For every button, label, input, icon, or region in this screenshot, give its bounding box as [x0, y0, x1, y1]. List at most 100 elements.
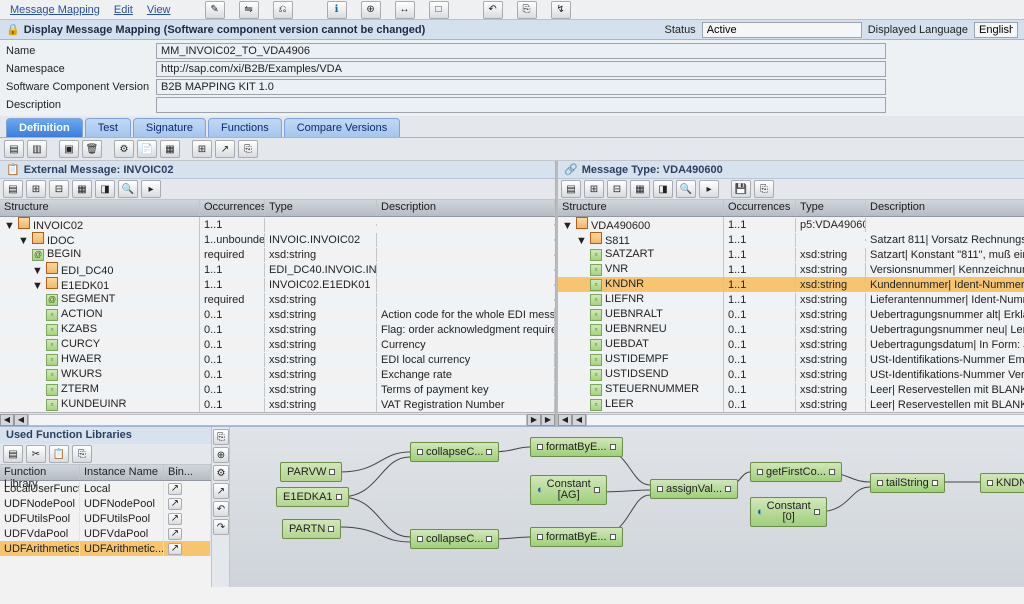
right-tree[interactable]: ▼ VDA4906001..1p5:VDA490600▼ S8111..1Sat…: [558, 217, 1024, 412]
lib-col-fl[interactable]: Function Library: [0, 465, 80, 480]
node-constant-0[interactable]: ◐Constant [0]: [750, 497, 827, 527]
tb2-3[interactable]: ▣: [59, 140, 79, 158]
lp-tb-1[interactable]: ▤: [3, 180, 23, 198]
tb2-5[interactable]: ⚙: [114, 140, 134, 158]
ft-1[interactable]: ⎘: [213, 429, 229, 445]
node-tailstring[interactable]: tailString: [870, 473, 945, 493]
lib-tb-2[interactable]: ✂: [26, 445, 46, 463]
lp-tb-3[interactable]: ⊟: [49, 180, 69, 198]
node-assign[interactable]: assignVal...: [650, 479, 738, 499]
tree-row[interactable]: @BEGINrequiredxsd:string: [0, 247, 555, 262]
left-col-type[interactable]: Type: [265, 200, 377, 216]
tree-row[interactable]: @SEGMENTrequiredxsd:string: [0, 292, 555, 307]
toolbar-icon-4[interactable]: ℹ: [327, 1, 347, 19]
lib-row[interactable]: UDFVdaPoolUDFVdaPool↗: [0, 526, 211, 541]
node-collapse-1[interactable]: collapseC...: [410, 442, 499, 462]
tb2-2[interactable]: ▥: [27, 140, 47, 158]
node-parvw[interactable]: PARVW: [280, 462, 342, 482]
tree-row[interactable]: ▫LIEFNR1..1xsd:stringLieferantennummer| …: [558, 292, 1024, 307]
toolbar-icon-5[interactable]: ⊕: [361, 1, 381, 19]
toolbar-icon-7[interactable]: □: [429, 1, 449, 19]
tb2-6[interactable]: 📄: [137, 140, 157, 158]
lp-tb-5[interactable]: ◨: [95, 180, 115, 198]
lib-rows[interactable]: LocalUserFunctiLocal↗UDFNodePoolUDFNodeP…: [0, 481, 211, 587]
tree-row[interactable]: ▼ S8111..1Satzart 811| Vorsatz Rechnungs…: [558, 232, 1024, 247]
toolbar-icon-8[interactable]: ↶: [483, 1, 503, 19]
tb2-10[interactable]: ⎘: [238, 140, 258, 158]
node-format-1[interactable]: formatByE...: [530, 437, 623, 457]
tree-row[interactable]: ▫UEBNRALT0..1xsd:stringUebertragungsnumm…: [558, 307, 1024, 322]
lp-tb-2[interactable]: ⊞: [26, 180, 46, 198]
rp-tb-6[interactable]: 🔍: [676, 180, 696, 198]
node-e1edka1[interactable]: E1EDKA1: [276, 487, 349, 507]
menu-view[interactable]: View: [147, 4, 171, 16]
tree-row[interactable]: ▫KNDNR1..1xsd:stringKundennummer| Ident-…: [558, 277, 1024, 292]
node-output-kndnr[interactable]: KNDNR: [980, 473, 1024, 493]
right-col-structure[interactable]: Structure: [558, 200, 724, 216]
lib-row[interactable]: LocalUserFunctiLocal↗: [0, 481, 211, 496]
lib-tb-1[interactable]: ▤: [3, 445, 23, 463]
tree-row[interactable]: ▼ EDI_DC401..1EDI_DC40.INVOIC.INVOIC02: [0, 262, 555, 277]
lib-row[interactable]: UDFArithmeticsPUDFArithmetic...↗: [0, 541, 211, 556]
tree-row[interactable]: ▫ACTION0..1xsd:stringAction code for the…: [0, 307, 555, 322]
lib-col-bin[interactable]: Bin...: [164, 465, 211, 480]
toolbar-icon-9[interactable]: ⎘: [517, 1, 537, 19]
right-col-type[interactable]: Type: [796, 200, 866, 216]
left-col-structure[interactable]: Structure: [0, 200, 200, 216]
lang-field[interactable]: [974, 22, 1018, 38]
tree-row[interactable]: ▫WKURS0..1xsd:stringExchange rate: [0, 367, 555, 382]
node-constant-ag[interactable]: ◐Constant [AG]: [530, 475, 607, 505]
tb2-8[interactable]: ⊞: [192, 140, 212, 158]
toolbar-icon-10[interactable]: ↯: [551, 1, 571, 19]
rp-tb-9[interactable]: ⎘: [754, 180, 774, 198]
right-col-desc[interactable]: Description: [866, 200, 1024, 216]
tree-row[interactable]: ▫USTIDEMPF0..1xsd:stringUSt-Identifikati…: [558, 352, 1024, 367]
tree-row[interactable]: ▫UEBDAT0..1xsd:stringUebertragungsdatum|…: [558, 337, 1024, 352]
tb2-4[interactable]: 🗑: [82, 140, 102, 158]
lib-tb-3[interactable]: 📋: [49, 445, 69, 463]
tree-row[interactable]: ▫KZABS0..1xsd:stringFlag: order acknowle…: [0, 322, 555, 337]
tree-row[interactable]: ▫ZTERM0..1xsd:stringTerms of payment key: [0, 382, 555, 397]
tree-row[interactable]: ▫VNR1..1xsd:stringVersionsnummer| Kennze…: [558, 262, 1024, 277]
rp-tb-2[interactable]: ⊞: [584, 180, 604, 198]
tb2-7[interactable]: ▦: [160, 140, 180, 158]
input-desc[interactable]: [156, 97, 886, 113]
tree-row[interactable]: ▼ INVOIC021..1: [0, 217, 555, 232]
tree-row[interactable]: ▫CURCY0..1xsd:stringCurrency: [0, 337, 555, 352]
toolbar-icon-2[interactable]: ⇋: [239, 1, 259, 19]
tree-row[interactable]: ▫LEER0..1xsd:stringLeer| Reservestellen …: [558, 397, 1024, 412]
lp-tb-7[interactable]: ▸: [141, 180, 161, 198]
ft-6[interactable]: ↷: [213, 519, 229, 535]
tb2-1[interactable]: ▤: [4, 140, 24, 158]
node-collapse-2[interactable]: collapseC...: [410, 529, 499, 549]
tab-compare[interactable]: Compare Versions: [284, 118, 401, 137]
node-partn[interactable]: PARTN: [282, 519, 341, 539]
tree-row[interactable]: ▫SATZART1..1xsd:stringSatzart| Konstant …: [558, 247, 1024, 262]
lib-row[interactable]: UDFNodePoolUDFNodePool↗: [0, 496, 211, 511]
ft-2[interactable]: ⊕: [213, 447, 229, 463]
rp-tb-4[interactable]: ▦: [630, 180, 650, 198]
node-getfirst[interactable]: getFirstCo...: [750, 462, 842, 482]
lib-tb-4[interactable]: ⎘: [72, 445, 92, 463]
tree-row[interactable]: ▼ VDA4906001..1p5:VDA490600: [558, 217, 1024, 232]
lp-tb-4[interactable]: ▦: [72, 180, 92, 198]
ft-5[interactable]: ↶: [213, 501, 229, 517]
left-col-desc[interactable]: Description: [377, 200, 555, 216]
left-tree[interactable]: ▼ INVOIC021..1▼ IDOC1..unboundedINVOIC.I…: [0, 217, 555, 412]
tree-row[interactable]: ▫USTIDSEND0..1xsd:stringUSt-Identifikati…: [558, 367, 1024, 382]
toolbar-icon-1[interactable]: ✎: [205, 1, 225, 19]
right-col-occ[interactable]: Occurrences: [724, 200, 796, 216]
tree-row[interactable]: ▫KUNDEUINR0..1xsd:stringVAT Registration…: [0, 397, 555, 412]
rp-tb-7[interactable]: ▸: [699, 180, 719, 198]
left-col-occ[interactable]: Occurrences: [200, 200, 265, 216]
tab-test[interactable]: Test: [85, 118, 131, 137]
rp-tb-3[interactable]: ⊟: [607, 180, 627, 198]
tree-row[interactable]: ▼ E1EDK011..1INVOIC02.E1EDK01: [0, 277, 555, 292]
tree-row[interactable]: ▼ IDOC1..unboundedINVOIC.INVOIC02: [0, 232, 555, 247]
ft-3[interactable]: ⚙: [213, 465, 229, 481]
menu-edit[interactable]: Edit: [114, 4, 133, 16]
tab-signature[interactable]: Signature: [133, 118, 206, 137]
tree-row[interactable]: ▫HWAER0..1xsd:stringEDI local currency: [0, 352, 555, 367]
tree-row[interactable]: ▫UEBNRNEU0..1xsd:stringUebertragungsnumm…: [558, 322, 1024, 337]
flow-canvas[interactable]: PARVW E1EDKA1 PARTN collapseC... collaps…: [230, 427, 1024, 587]
